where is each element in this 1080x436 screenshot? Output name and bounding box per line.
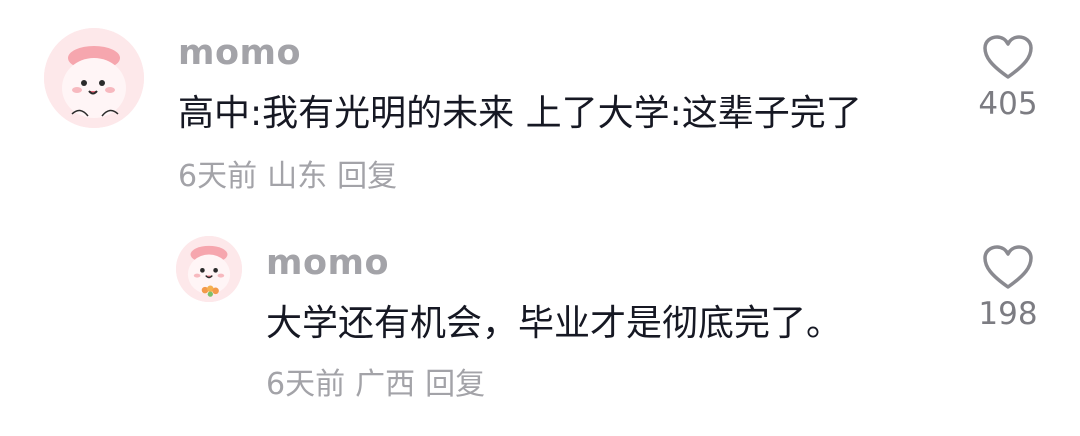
comment-time: 6天前 bbox=[178, 159, 258, 194]
like-count: 405 bbox=[978, 86, 1038, 122]
comment-username[interactable]: momo bbox=[266, 246, 389, 281]
avatar[interactable] bbox=[44, 28, 144, 128]
avatar-illustration bbox=[176, 236, 242, 302]
comment-time: 6天前 bbox=[266, 367, 346, 402]
like-button[interactable]: 405 bbox=[963, 35, 1053, 120]
reply-button[interactable]: 回复 bbox=[337, 159, 397, 194]
like-button[interactable]: 198 bbox=[963, 245, 1053, 330]
comment-username[interactable]: momo bbox=[178, 36, 301, 71]
comment-location: 广西 bbox=[355, 367, 416, 402]
avatar-illustration bbox=[44, 28, 144, 128]
avatar[interactable] bbox=[176, 236, 242, 302]
heart-outline-icon bbox=[983, 35, 1033, 79]
like-count: 198 bbox=[978, 296, 1038, 332]
comment-meta: 6天前 广西 回复 bbox=[266, 370, 495, 400]
comment-location: 山东 bbox=[267, 159, 328, 194]
comment-text: 大学还有机会，毕业才是彻底完了。 bbox=[266, 303, 843, 344]
comment-meta: 6天前 山东 回复 bbox=[178, 162, 407, 192]
heart-outline-icon bbox=[983, 245, 1033, 289]
comment-text: 高中:我有光明的未来 上了大学:这辈子完了 bbox=[178, 93, 862, 134]
reply-button[interactable]: 回复 bbox=[425, 367, 485, 402]
